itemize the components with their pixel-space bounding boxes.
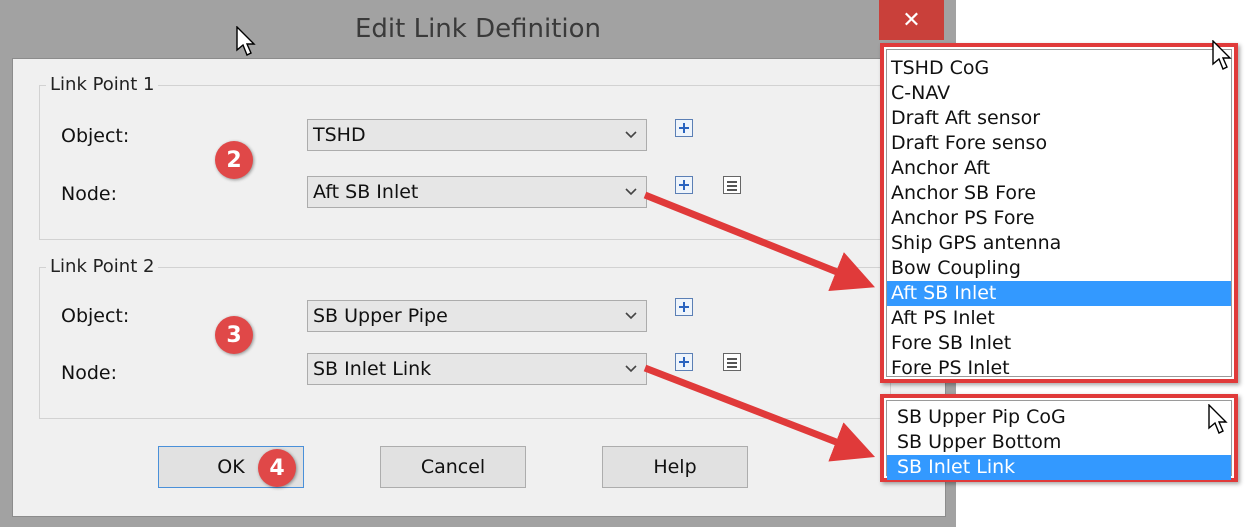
arrow-to-list-1 (643, 191, 875, 292)
mouse-cursor-icon (236, 26, 256, 56)
annotation-arrows (643, 191, 876, 462)
arrow-to-list-2 (643, 364, 876, 462)
mouse-cursor-icon (1212, 40, 1232, 70)
mouse-cursor-icon (1208, 404, 1228, 434)
